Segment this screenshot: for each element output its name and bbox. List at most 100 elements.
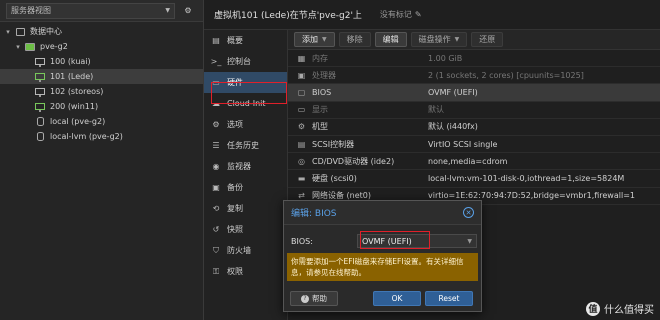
submenu-item[interactable]: ↺ 快照 [204, 219, 287, 240]
watermark: 值 什么值得买 [586, 301, 654, 316]
watermark-text: 什么值得买 [604, 305, 654, 316]
exchange-icon: ⇄ [298, 191, 305, 201]
hdd-icon: ▬ [297, 173, 306, 183]
submenu-item[interactable]: ⛉ 防火墙 [204, 240, 287, 261]
hardware-key: 内存 [312, 53, 328, 63]
tree-item-node[interactable]: ▾ pve-g2 [0, 39, 203, 54]
submenu-item-label: 防火墙 [227, 246, 251, 255]
hardware-value: VirtIO SCSI single [428, 139, 498, 149]
list-icon: ☰ [212, 141, 220, 150]
tree-item-vm[interactable]: 100 (kuai) [0, 54, 203, 69]
caret-down-icon[interactable]: ▾ [14, 43, 22, 51]
dialog-title: 编辑: BIOS [291, 209, 337, 219]
tree-item-label: 数据中心 [30, 27, 62, 36]
vm-icon [34, 102, 46, 112]
add-button-label: 添加 [302, 35, 318, 44]
hardware-value: 默认 [428, 105, 444, 115]
tree-item-label: local-lvm (pve-g2) [50, 132, 123, 141]
tag-editor[interactable]: 没有标记 ✎ [380, 9, 422, 20]
hardware-row[interactable]: ◎ CD/DVD驱动器 (ide2) none,media=cdrom [288, 153, 660, 171]
submenu-item[interactable]: >_ 控制台 [204, 51, 287, 72]
submenu-item-label: 任务历史 [227, 141, 259, 150]
hardware-key: BIOS [312, 87, 332, 97]
page-title: 虚拟机101 (Lede)在节点'pve-g2'上 [214, 11, 362, 21]
tree-header: 服务器视图 ▼ ⚙ [0, 0, 203, 22]
hardware-value: virtio=1E:62:70:94:7D:52,bridge=vmbr1,fi… [428, 191, 635, 201]
close-icon[interactable]: ✕ [463, 207, 474, 218]
tree-item-label: 200 (win11) [50, 102, 99, 111]
hardware-list: ▦ 内存 1.00 GiB ▣ 处理器 2 (1 sockets, 2 cores) [c… [288, 50, 660, 205]
edit-bios-dialog: 编辑: BIOS ✕ BIOS: OVMF (UEFI) ▼ 你需要添加一个EF… [283, 200, 482, 312]
reset-button-label: Reset [438, 294, 460, 303]
server-icon [24, 42, 36, 52]
view-selector[interactable]: 服务器视图 ▼ [6, 2, 175, 19]
database-icon: ▤ [297, 139, 306, 149]
hardware-row[interactable]: ▤ SCSI控制器 VirtIO SCSI single [288, 136, 660, 154]
cogs-icon: ⚙ [297, 122, 306, 132]
chevron-down-icon: ▼ [165, 7, 170, 14]
disk-action-button[interactable]: 磁盘操作 ▼ [410, 32, 468, 47]
bios-select-highlight [360, 231, 430, 249]
dialog-header: 编辑: BIOS ✕ [284, 201, 481, 225]
hardware-row[interactable]: ▭ 显示 默认 [288, 102, 660, 119]
tree-item-vm[interactable]: 200 (win11) [0, 99, 203, 114]
terminal-icon: >_ [210, 57, 222, 66]
submenu-item[interactable]: ⚿ 权限 [204, 261, 287, 282]
help-button[interactable]: ? 帮助 [290, 291, 338, 306]
hardware-row[interactable]: ▦ 内存 1.00 GiB [288, 50, 660, 68]
tree-item-vm[interactable]: 101 (Lede) [0, 69, 203, 84]
hardware-value: 2 (1 sockets, 2 cores) [cpuunits=1025] [428, 70, 584, 80]
database-icon [34, 117, 46, 127]
hardware-value: local-lvm:vm-101-disk-0,iothread=1,size=… [428, 173, 625, 183]
bios-field-label: BIOS: [291, 236, 313, 246]
ok-button-label: OK [391, 294, 403, 303]
submenu-item[interactable]: ▣ 备份 [204, 177, 287, 198]
submenu-item[interactable]: ☰ 任务历史 [204, 135, 287, 156]
hardware-row[interactable]: ▣ 处理器 2 (1 sockets, 2 cores) [cpuunits=102… [288, 67, 660, 85]
hardware-key: CD/DVD驱动器 (ide2) [312, 156, 395, 166]
revert-button[interactable]: 还原 [471, 32, 504, 47]
hardware-row[interactable]: ▬ 硬盘 (scsi0) local-lvm:vm-101-disk-0,iothr… [288, 170, 660, 188]
hardware-row[interactable]: ⚙ 机型 默认 (i440fx) [288, 119, 660, 136]
tree-item-label: pve-g2 [40, 42, 68, 51]
caret-down-icon[interactable]: ▾ [4, 28, 12, 36]
vm-icon [34, 57, 46, 67]
tree-item-datacenter[interactable]: ▾ 数据中心 [0, 24, 203, 39]
hardware-value: 默认 (i440fx) [428, 122, 478, 132]
edit-button-label: 编辑 [382, 35, 399, 44]
memory-icon: ▦ [297, 53, 306, 63]
pencil-icon[interactable]: ✎ [415, 10, 422, 19]
submenu-item[interactable]: ⟲ 复制 [204, 198, 287, 219]
cdrom-icon: ◎ [298, 156, 305, 166]
tree-item-vm[interactable]: 102 (storeos) [0, 84, 203, 99]
submenu-item[interactable]: ▤ 概要 [204, 30, 287, 51]
chevron-down-icon[interactable]: ▼ [467, 238, 472, 245]
chevron-down-icon: ▼ [322, 36, 327, 43]
submenu-item[interactable]: ◉ 监视器 [204, 156, 287, 177]
edit-button[interactable]: 编辑 [374, 32, 407, 47]
unlock-icon: ⚿ [212, 266, 220, 276]
vm-icon [34, 72, 46, 82]
bios-value-highlight [211, 82, 287, 104]
help-button-label: 帮助 [312, 294, 327, 303]
submenu-item-label: 备份 [227, 183, 243, 192]
reset-button[interactable]: Reset [425, 291, 473, 306]
gear-icon[interactable]: ⚙ [179, 3, 197, 19]
ok-button[interactable]: OK [373, 291, 421, 306]
tree-item-storage[interactable]: local (pve-g2) [0, 114, 203, 129]
hardware-row[interactable]: ▢ BIOS OVMF (UEFI) [288, 84, 660, 102]
view-selector-label: 服务器视图 [11, 6, 51, 15]
submenu-item[interactable]: ⚙ 选项 [204, 114, 287, 135]
question-icon: ? [301, 294, 309, 303]
remove-button[interactable]: 移除 [338, 32, 371, 47]
hardware-key: 硬盘 (scsi0) [312, 173, 357, 183]
remove-button-label: 移除 [346, 35, 363, 44]
efi-warning: 你需要添加一个EFI磁盘来存储EFI设置。有关详细信息，请参见在线帮助。 [287, 253, 478, 281]
add-button[interactable]: 添加 ▼ [294, 32, 335, 47]
floppy-icon: ▣ [212, 183, 220, 192]
hardware-toolbar: 添加 ▼ 移除 编辑 磁盘操作 ▼ 还原 [288, 30, 660, 50]
tree-item-storage[interactable]: local-lvm (pve-g2) [0, 129, 203, 144]
submenu-item-label: 复制 [227, 204, 243, 213]
tree-children: 100 (kuai) 101 (Lede) 102 (storeos) 200 (wi… [0, 54, 203, 144]
shield-icon: ⛉ [213, 245, 219, 255]
